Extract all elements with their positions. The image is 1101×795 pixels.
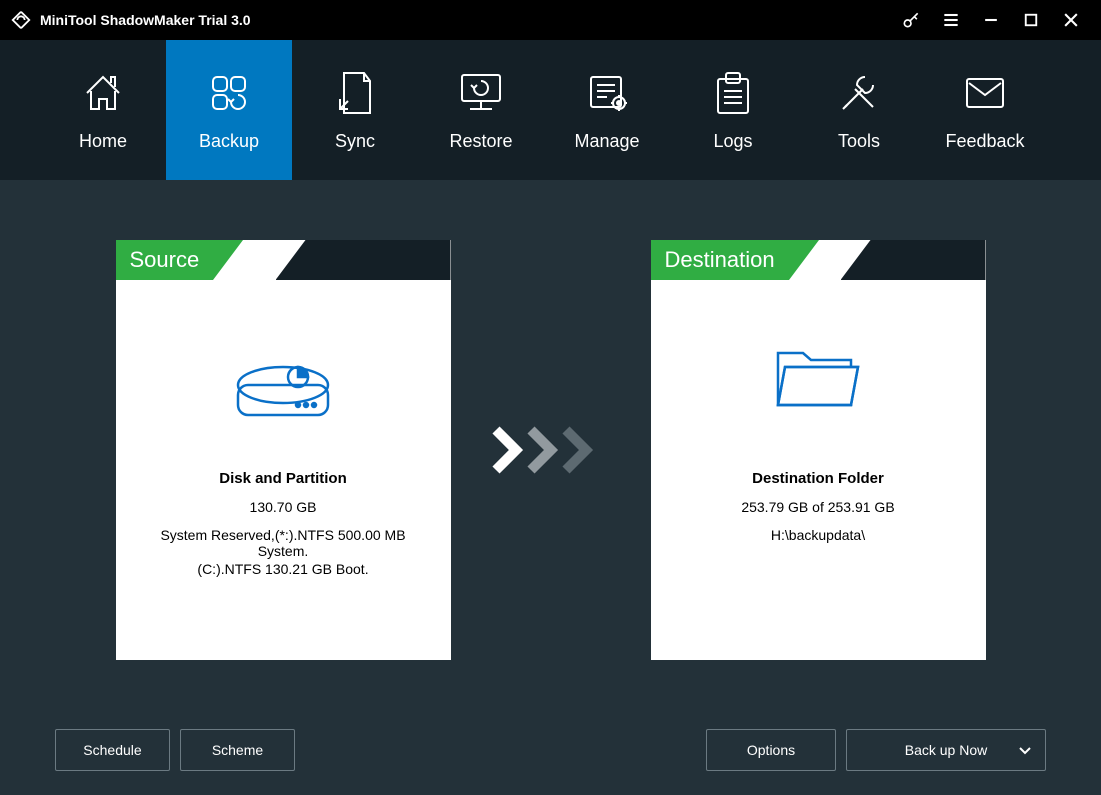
- feedback-icon: [961, 69, 1009, 117]
- source-detail1: System Reserved,(*:).NTFS 500.00 MB Syst…: [116, 527, 451, 559]
- disk-icon: [228, 330, 338, 430]
- backup-now-label: Back up Now: [905, 742, 987, 758]
- source-card[interactable]: Source Disk and Partition 130.70 GB Syst…: [116, 240, 451, 660]
- tab-tools[interactable]: Tools: [796, 40, 922, 180]
- tab-label: Feedback: [945, 131, 1024, 152]
- options-label: Options: [747, 742, 795, 758]
- destination-path: H:\backupdata\: [751, 527, 885, 543]
- options-button[interactable]: Options: [706, 729, 836, 771]
- tools-icon: [835, 69, 883, 117]
- scheme-label: Scheme: [212, 742, 263, 758]
- close-button[interactable]: [1051, 0, 1091, 40]
- source-title: Disk and Partition: [219, 470, 347, 487]
- tab-label: Manage: [574, 131, 639, 152]
- sync-icon: [334, 69, 376, 117]
- content-area: Source Disk and Partition 130.70 GB Syst…: [0, 180, 1101, 795]
- tab-restore[interactable]: Restore: [418, 40, 544, 180]
- backup-icon: [205, 69, 253, 117]
- tab-manage[interactable]: Manage: [544, 40, 670, 180]
- menu-icon[interactable]: [931, 0, 971, 40]
- chevron-down-icon: [1019, 742, 1031, 758]
- app-title: MiniTool ShadowMaker Trial 3.0: [40, 12, 251, 28]
- arrows-icon: [491, 425, 611, 475]
- schedule-button[interactable]: Schedule: [55, 729, 170, 771]
- minimize-button[interactable]: [971, 0, 1011, 40]
- tab-sync[interactable]: Sync: [292, 40, 418, 180]
- source-detail2: (C:).NTFS 130.21 GB Boot.: [177, 561, 388, 577]
- tab-feedback[interactable]: Feedback: [922, 40, 1048, 180]
- destination-header: Destination: [651, 240, 789, 280]
- bottom-bar: Schedule Scheme Options Back up Now: [55, 729, 1046, 771]
- titlebar: MiniTool ShadowMaker Trial 3.0: [0, 0, 1101, 40]
- tab-backup[interactable]: Backup: [166, 40, 292, 180]
- app-logo-icon: [10, 9, 32, 31]
- tab-home[interactable]: Home: [40, 40, 166, 180]
- destination-size: 253.79 GB of 253.91 GB: [721, 499, 914, 515]
- tab-label: Sync: [335, 131, 375, 152]
- tab-label: Restore: [449, 131, 512, 152]
- tab-label: Backup: [199, 131, 259, 152]
- scheme-button[interactable]: Scheme: [180, 729, 295, 771]
- source-header: Source: [116, 240, 214, 280]
- tab-label: Logs: [713, 131, 752, 152]
- backup-now-button[interactable]: Back up Now: [846, 729, 1046, 771]
- main-toolbar: Home Backup Sync Restore: [0, 40, 1101, 180]
- tab-label: Tools: [838, 131, 880, 152]
- destination-card[interactable]: Destination Destination Folder 253.79 GB…: [651, 240, 986, 660]
- logs-icon: [712, 69, 754, 117]
- maximize-button[interactable]: [1011, 0, 1051, 40]
- destination-title: Destination Folder: [752, 470, 884, 487]
- restore-icon: [456, 69, 506, 117]
- tab-label: Home: [79, 131, 127, 152]
- home-icon: [79, 69, 127, 117]
- schedule-label: Schedule: [83, 742, 141, 758]
- folder-icon: [763, 330, 873, 430]
- manage-icon: [583, 69, 631, 117]
- tab-logs[interactable]: Logs: [670, 40, 796, 180]
- source-size: 130.70 GB: [230, 499, 337, 515]
- key-icon[interactable]: [891, 0, 931, 40]
